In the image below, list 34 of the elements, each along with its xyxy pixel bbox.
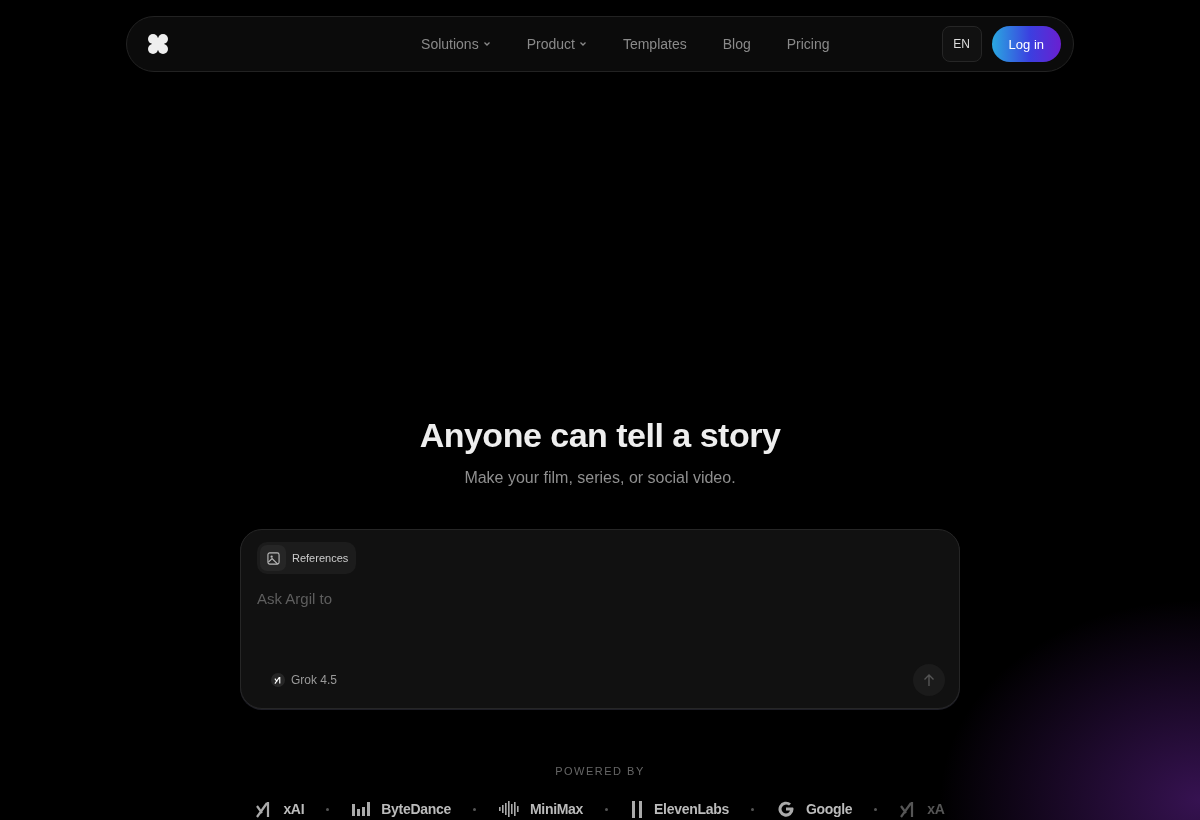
- powered-by-label: POWERED BY: [555, 765, 645, 777]
- bar-chart-icon: [351, 801, 372, 817]
- partner-name: ElevenLabs: [654, 801, 729, 817]
- double-bar-icon: [630, 800, 645, 818]
- clover-logo-icon[interactable]: [147, 33, 169, 55]
- separator-dot: [326, 807, 330, 811]
- separator-dot: [605, 807, 609, 811]
- partner-name: xA: [927, 801, 945, 817]
- partner-name: ByteDance: [381, 801, 451, 817]
- language-button[interactable]: EN: [941, 26, 982, 62]
- g-letter-mark-icon: [775, 799, 796, 819]
- waveform-icon: [497, 801, 520, 817]
- nav-link[interactable]: Templates: [622, 36, 687, 52]
- chevron-down-icon: [482, 40, 491, 48]
- nav-link[interactable]: Solutions: [421, 36, 491, 52]
- separator-dot: [750, 807, 754, 811]
- separator-dot: [472, 807, 476, 811]
- prompt-field[interactable]: References Ask Argil to Grok 4.5: [240, 529, 960, 709]
- partner-name: Google: [805, 801, 853, 817]
- model-selector[interactable]: Grok 4.5: [265, 672, 344, 688]
- hero-subtitle: Make your film, series, or social video.: [464, 469, 736, 487]
- hero-title: Anyone can tell a story: [419, 416, 781, 455]
- partner-name: MiniMax: [529, 801, 584, 817]
- arrow-up-icon: [922, 673, 936, 687]
- image-icon: [266, 551, 280, 565]
- references-button[interactable]: References: [257, 542, 357, 574]
- login-button[interactable]: Log in: [991, 26, 1061, 62]
- slash-mark-icon: [274, 676, 282, 684]
- separator-dot: [874, 807, 878, 811]
- chevron-down-icon: [578, 40, 587, 48]
- nav-link[interactable]: Pricing: [786, 36, 830, 52]
- partner-name: xAI: [283, 801, 305, 817]
- nav-link[interactable]: Product: [526, 36, 587, 52]
- nav-link[interactable]: Blog: [722, 36, 751, 52]
